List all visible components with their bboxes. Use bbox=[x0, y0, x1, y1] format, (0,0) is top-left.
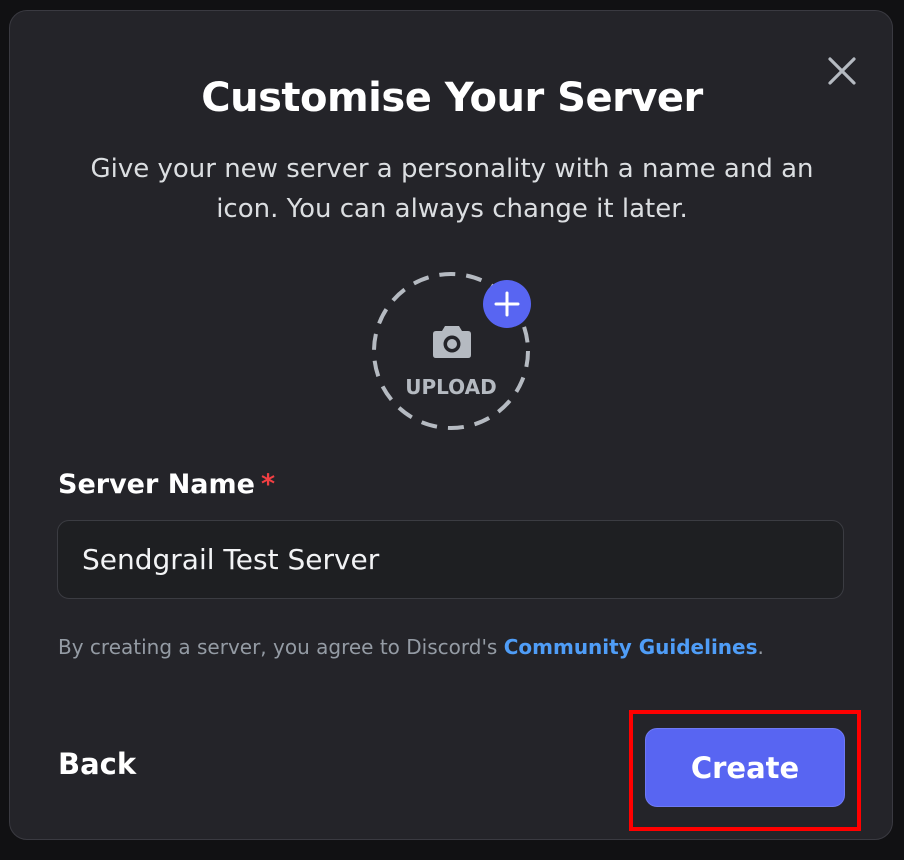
terms-suffix: . bbox=[757, 635, 764, 659]
add-icon-badge[interactable] bbox=[483, 280, 531, 328]
upload-label: UPLOAD bbox=[405, 375, 497, 399]
modal-title: Customise Your Server bbox=[201, 75, 703, 121]
server-name-input[interactable] bbox=[57, 520, 844, 599]
camera-icon bbox=[433, 326, 471, 358]
back-button[interactable]: Back bbox=[58, 747, 136, 781]
terms-notice: By creating a server, you agree to Disco… bbox=[58, 635, 764, 659]
create-button[interactable]: Create bbox=[645, 728, 845, 807]
server-name-label-text: Server Name bbox=[58, 469, 255, 500]
plus-icon bbox=[494, 291, 520, 317]
customise-server-modal: Customise Your Server Give your new serv… bbox=[9, 10, 893, 840]
upload-icon-button[interactable]: UPLOAD bbox=[371, 271, 533, 433]
terms-prefix: By creating a server, you agree to Disco… bbox=[58, 635, 504, 659]
required-marker: * bbox=[260, 469, 276, 500]
modal-subtitle: Give your new server a personality with … bbox=[90, 154, 814, 224]
community-guidelines-link[interactable]: Community Guidelines bbox=[504, 635, 758, 659]
server-name-label: Server Name * bbox=[58, 469, 275, 500]
